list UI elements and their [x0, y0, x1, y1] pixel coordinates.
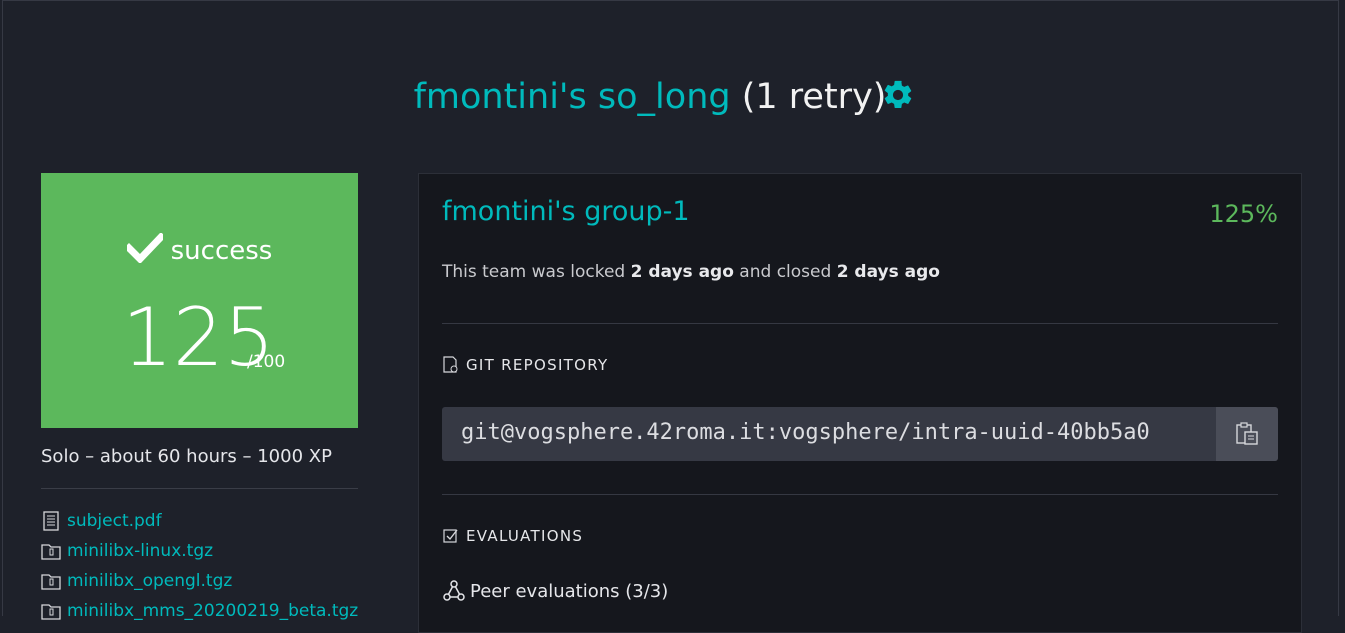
attachment-item: subject.pdf [41, 506, 358, 536]
attachment-item: minilibx-linux.tgz [41, 536, 358, 566]
document-icon [43, 511, 59, 531]
peers-icon [443, 580, 465, 601]
attachment-link[interactable]: minilibx_opengl.tgz [67, 571, 232, 591]
max-score: /100 [247, 352, 286, 372]
attachment-link[interactable]: minilibx-linux.tgz [67, 541, 213, 561]
team-title[interactable]: fmontini's group-1 [442, 196, 690, 227]
divider [41, 488, 358, 489]
evaluations-section-heading: EVALUATIONS [442, 527, 583, 545]
attachments-list: subject.pdf minilibx-linux.tgz minilibx_… [41, 506, 358, 626]
attachment-link[interactable]: minilibx_mms_20200219_beta.tgz [67, 601, 358, 621]
team-status-text: This team was locked 2 days ago and clos… [442, 262, 940, 282]
team-info-prefix: This team was locked [442, 262, 631, 282]
team-panel: fmontini's group-1 125% This team was lo… [418, 173, 1302, 633]
team-info-middle: and closed [733, 262, 837, 282]
project-meta: Solo – about 60 hours – 1000 XP [41, 446, 332, 467]
checkbox-icon [443, 529, 458, 543]
clipboard-icon [1236, 422, 1258, 445]
peer-evaluations[interactable]: Peer evaluations (3/3) [442, 579, 668, 603]
repo-url[interactable]: git@vogsphere.42roma.it:vogsphere/intra-… [461, 420, 1215, 445]
check-icon [123, 232, 166, 265]
project-name[interactable]: fmontini's so_long [414, 77, 731, 117]
archive-icon [41, 604, 61, 620]
divider [442, 323, 1278, 324]
gear-icon[interactable] [881, 78, 915, 112]
divider [442, 494, 1278, 495]
locked-time: 2 days ago [630, 262, 734, 282]
attachment-item: minilibx_opengl.tgz [41, 566, 358, 596]
page-title: fmontini's so_long (1 retry) [0, 74, 1300, 120]
score-box: success 125 /100 [41, 173, 358, 428]
team-score: 125% [1209, 200, 1278, 228]
git-section-heading: GIT REPOSITORY [442, 356, 608, 374]
closed-time: 2 days ago [836, 262, 940, 282]
git-heading-label: GIT REPOSITORY [466, 356, 609, 374]
evaluations-heading-label: EVALUATIONS [466, 527, 584, 545]
repo-url-field[interactable]: git@vogsphere.42roma.it:vogsphere/intra-… [442, 407, 1278, 461]
repo-icon [443, 356, 458, 373]
status-badge: success [41, 231, 358, 271]
status-label: success [170, 236, 273, 266]
archive-icon [41, 574, 61, 590]
archive-icon [41, 544, 61, 560]
attachment-link[interactable]: subject.pdf [67, 511, 162, 531]
retry-count: (1 retry) [741, 77, 887, 117]
copy-button[interactable] [1216, 407, 1278, 461]
attachment-item: minilibx_mms_20200219_beta.tgz [41, 596, 358, 626]
peer-evaluations-label[interactable]: Peer evaluations (3/3) [470, 581, 668, 602]
